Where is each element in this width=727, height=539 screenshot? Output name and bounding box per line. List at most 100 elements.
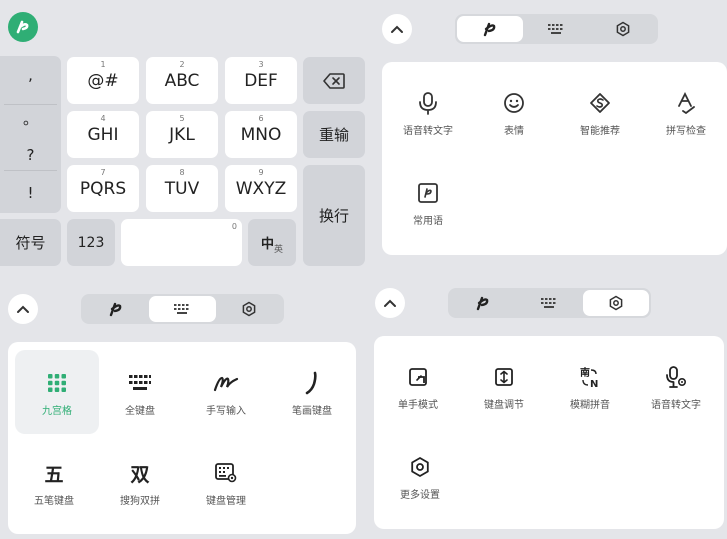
item-handwriting[interactable]: 手写输入 <box>184 370 268 417</box>
key-number: 8 <box>179 168 185 177</box>
sogou-logo-icon[interactable] <box>8 12 38 42</box>
handwriting-icon <box>213 376 239 392</box>
tab-keyboard-type[interactable] <box>149 296 216 322</box>
key-5[interactable]: 5 JKL <box>146 111 218 158</box>
item-smart-recommend[interactable]: 智能推荐 <box>558 90 642 137</box>
punct-comma[interactable]: , <box>0 66 61 84</box>
key-3[interactable]: 3 DEF <box>225 57 297 104</box>
symbols-button[interactable]: 符号 <box>0 219 61 266</box>
key-number: 6 <box>258 114 264 123</box>
key-number: 2 <box>179 60 185 69</box>
divider <box>4 104 57 105</box>
item-wubi-keyboard[interactable]: 五 五笔键盘 <box>12 460 96 508</box>
item-emoji[interactable]: 表情 <box>472 90 556 137</box>
tab-toolbar[interactable] <box>83 296 149 322</box>
punct-question[interactable]: ? <box>0 146 61 164</box>
wubi-icon: 五 <box>44 463 64 486</box>
collapse-button[interactable] <box>8 294 38 324</box>
key-label: PQRS <box>79 178 127 199</box>
key-1[interactable]: 1 @# <box>67 57 139 104</box>
key-label: @# <box>87 70 119 91</box>
punctuation-column: , 。 ? ! <box>0 56 61 213</box>
item-more-settings[interactable]: 更多设置 <box>378 454 462 501</box>
settings-hex-icon <box>616 21 630 37</box>
keyboard-icon <box>541 298 556 308</box>
key-8[interactable]: 8 TUV <box>146 165 218 212</box>
item-label: 全键盘 <box>125 406 155 417</box>
item-label: 键盘管理 <box>206 496 246 507</box>
item-voice-settings[interactable]: 语音转文字 <box>634 364 718 411</box>
key-9[interactable]: 9 WXYZ <box>225 165 297 212</box>
keyboard-panel: , 。 ? ! 1 @# 2 ABC 3 DEF 4 GHI 5 JKL 6 M… <box>0 0 366 270</box>
collapse-button[interactable] <box>382 14 412 44</box>
keyboard-manage-icon <box>215 463 237 483</box>
lang-main-label: 中 <box>260 237 274 252</box>
item-label: 常用语 <box>413 216 443 227</box>
divider <box>4 170 57 171</box>
toolbar-panel: 语音转文字 表情 智能推荐 拼写检查 常用语 <box>370 0 727 270</box>
item-label: 更多设置 <box>400 490 440 501</box>
item-common-phrases[interactable]: 常用语 <box>386 180 470 227</box>
key-label: TUV <box>164 178 200 199</box>
one-hand-icon <box>409 368 427 386</box>
language-switch-button[interactable]: 中 英 <box>248 219 296 266</box>
item-voice-to-text[interactable]: 语音转文字 <box>386 90 470 137</box>
tab-settings[interactable] <box>216 296 282 322</box>
key-label: ABC <box>164 70 200 91</box>
lang-sub-label: 英 <box>274 245 284 255</box>
sogou-tab-icon <box>483 22 496 37</box>
reinput-button[interactable]: 重输 <box>303 111 365 158</box>
item-label: 笔画键盘 <box>292 406 332 417</box>
item-label: 手写输入 <box>206 406 246 417</box>
key-2[interactable]: 2 ABC <box>146 57 218 104</box>
microphone-icon <box>419 92 437 115</box>
nine-grid-icon <box>48 374 66 392</box>
numbers-label: 123 <box>77 234 105 251</box>
space-bar[interactable]: 0 <box>121 219 242 266</box>
key-6[interactable]: 6 MNO <box>225 111 297 158</box>
numbers-button[interactable]: 123 <box>67 219 115 266</box>
item-label: 九宫格 <box>42 406 72 417</box>
keyboard-adjust-icon <box>495 368 513 386</box>
key-number: 3 <box>258 60 264 69</box>
key-4[interactable]: 4 GHI <box>67 111 139 158</box>
item-nine-grid[interactable]: 九宫格 <box>15 350 99 434</box>
reinput-label: 重输 <box>318 126 349 144</box>
punct-exclaim[interactable]: ! <box>0 184 61 202</box>
item-full-keyboard[interactable]: 全键盘 <box>98 370 182 417</box>
smart-recommend-icon <box>590 93 610 113</box>
item-label: 搜狗双拼 <box>120 496 160 507</box>
tab-bar <box>81 294 284 324</box>
item-keyboard-manage[interactable]: 键盘管理 <box>184 460 268 507</box>
collapse-button[interactable] <box>375 288 405 318</box>
tab-settings[interactable] <box>590 16 656 42</box>
key-7[interactable]: 7 PQRS <box>67 165 139 212</box>
item-spell-check[interactable]: 拼写检查 <box>644 90 727 137</box>
tab-toolbar[interactable] <box>450 290 516 316</box>
tab-settings[interactable] <box>582 290 649 316</box>
item-stroke-keyboard[interactable]: 笔画键盘 <box>270 370 354 417</box>
stroke-keyboard-icon <box>305 371 317 395</box>
spell-check-icon <box>678 92 695 114</box>
fuzzy-pinyin-icon: 南N <box>580 366 598 389</box>
key-number: 1 <box>100 60 106 69</box>
item-label: 智能推荐 <box>580 126 620 137</box>
item-label: 五笔键盘 <box>34 496 74 507</box>
item-keyboard-adjust[interactable]: 键盘调节 <box>462 364 546 411</box>
newline-button[interactable]: 换行 <box>303 165 365 266</box>
backspace-button[interactable] <box>303 57 365 104</box>
space-number: 0 <box>231 222 237 231</box>
tab-keyboard-type[interactable] <box>523 16 589 42</box>
newline-label: 换行 <box>318 207 349 225</box>
item-fuzzy-pinyin[interactable]: 南N 模糊拼音 <box>548 364 632 411</box>
key-number: 5 <box>179 114 185 123</box>
punct-period[interactable]: 。 <box>0 108 61 129</box>
symbols-label: 符号 <box>15 234 46 252</box>
item-one-hand-mode[interactable]: 单手模式 <box>376 364 460 411</box>
tab-toolbar[interactable] <box>457 16 524 42</box>
keyboard-type-panel: 九宫格 全键盘 手写输入 笔画键盘 五 五笔键盘 双 搜狗双拼 键盘管理 <box>0 278 366 539</box>
microphone-settings-icon <box>666 366 687 388</box>
item-shuangpin[interactable]: 双 搜狗双拼 <box>98 460 182 508</box>
toolbar-items-panel: 语音转文字 表情 智能推荐 拼写检查 常用语 <box>382 62 727 255</box>
tab-keyboard-type[interactable] <box>516 290 582 316</box>
